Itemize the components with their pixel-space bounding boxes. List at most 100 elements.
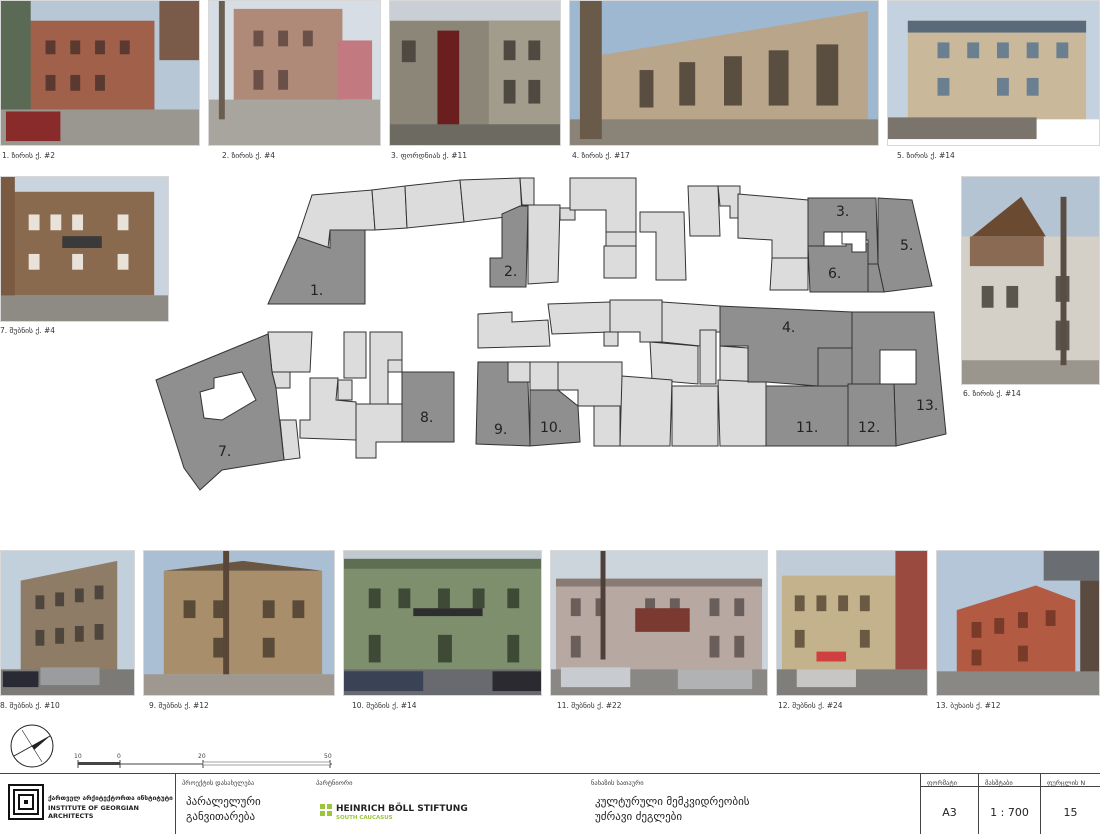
photo-caption-13: 13. ბუხაის ქ. #12 bbox=[936, 701, 1001, 710]
lot-plain bbox=[355, 403, 403, 459]
lot-plain bbox=[687, 185, 721, 237]
map-label-7: 7. bbox=[218, 444, 231, 460]
photo-5 bbox=[887, 0, 1100, 146]
photo-1 bbox=[0, 0, 200, 146]
sheet-label: ნახაზის სათაური bbox=[591, 779, 644, 787]
map-label-8: 8. bbox=[420, 410, 433, 426]
lot-plain bbox=[569, 177, 637, 233]
lot-highlight-10 bbox=[529, 389, 581, 447]
format-cell: ფორმატი A3 bbox=[920, 774, 978, 834]
lot-highlight-12 bbox=[847, 383, 897, 447]
lot-plain bbox=[547, 301, 611, 335]
lot-plain bbox=[371, 185, 408, 231]
partner-label: პარტნიორი bbox=[316, 779, 353, 787]
photo-10 bbox=[343, 550, 542, 696]
sheet-title-cell: ნახაზის სათაური კულტურული მემკვიდრეობის … bbox=[585, 774, 920, 834]
project-label: პროექტის დასახელება bbox=[182, 779, 255, 787]
institute-logo-icon bbox=[8, 784, 44, 820]
scale-tick-4: 50 bbox=[324, 753, 332, 760]
scale-bar: 10 0 20 50 bbox=[74, 753, 332, 768]
partner-cell: პარტნიორი HEINRICH BÖLL STIFTUNG SOUTH C… bbox=[310, 774, 585, 834]
lot-plain bbox=[649, 341, 699, 385]
photo-12 bbox=[776, 550, 928, 696]
lot-highlight-4b bbox=[817, 347, 853, 387]
scale-cell: მასშტაბი 1 : 700 bbox=[978, 774, 1040, 834]
logo-text-en: INSTITUTE OF GEORGIAN ARCHITECTS bbox=[48, 804, 139, 820]
photo-caption-8: 8. შუბნის ქ. #10 bbox=[0, 701, 60, 710]
map-label-12: 12. bbox=[858, 420, 880, 436]
lot-plain bbox=[717, 185, 741, 219]
sheet-value-1: კულტურული მემკვიდრეობის bbox=[595, 795, 750, 808]
lot-plain bbox=[603, 245, 637, 279]
sheet-value-2: უძრავი ძეგლები bbox=[595, 810, 683, 823]
lot-plain bbox=[719, 345, 749, 383]
map-label-3: 3. bbox=[836, 204, 849, 220]
map-label-13: 13. bbox=[916, 398, 938, 414]
photo-caption-12: 12. შუბნის ქ. #24 bbox=[778, 701, 843, 710]
scale-tick-3: 20 bbox=[198, 753, 206, 760]
lot-plain bbox=[343, 331, 367, 379]
photo-13 bbox=[936, 550, 1100, 696]
scale-tick-2: 0 bbox=[117, 753, 121, 760]
lot-plain bbox=[639, 211, 687, 281]
title-block-rule bbox=[920, 786, 1100, 787]
photo-caption-3: 3. ფორდნიას ქ. #11 bbox=[391, 151, 468, 160]
lot-plain bbox=[717, 379, 767, 447]
lot-plain bbox=[337, 379, 353, 401]
project-value-2: განვითარება bbox=[186, 810, 256, 823]
photo-3 bbox=[389, 0, 561, 146]
partner-name: HEINRICH BÖLL STIFTUNG bbox=[336, 804, 468, 814]
lot-highlight-8 bbox=[401, 371, 455, 443]
photo-2 bbox=[208, 0, 381, 146]
photo-caption-7: 7. შუბნის ქ. #4 bbox=[0, 326, 55, 335]
photo-6 bbox=[961, 176, 1100, 385]
partner-sub: SOUTH CAUCASUS bbox=[336, 815, 393, 821]
lot-plain bbox=[527, 204, 561, 285]
photo-caption-10: 10. შუბნის ქ. #14 bbox=[352, 701, 417, 710]
lot-plain bbox=[605, 231, 637, 247]
lot-highlight-11 bbox=[765, 385, 849, 447]
map-label-2: 2. bbox=[504, 264, 517, 280]
logo-text-ka: ქართველ არქიტექტორთა ინსტიტუტი bbox=[48, 794, 173, 802]
lot-plain bbox=[603, 331, 619, 347]
project-cell: პროექტის დასახელება პარალელური განვითარე… bbox=[175, 774, 310, 834]
photo-8 bbox=[0, 550, 135, 696]
page-value: 15 bbox=[1063, 806, 1078, 819]
lot-plain bbox=[593, 405, 621, 447]
lot-plain bbox=[507, 361, 531, 383]
lot-plain bbox=[387, 359, 403, 373]
lot-plain bbox=[267, 331, 313, 373]
photo-caption-1: 1. ზირის ქ. #2 bbox=[2, 151, 55, 160]
lot-plain bbox=[671, 385, 719, 447]
map-label-6: 6. bbox=[828, 266, 841, 282]
lot-plain bbox=[769, 257, 809, 291]
photo-11 bbox=[550, 550, 768, 696]
courtyard-13 bbox=[879, 349, 917, 385]
scale-tick-1: 10 bbox=[74, 753, 82, 760]
lot-plain bbox=[737, 193, 809, 259]
map-label-9: 9. bbox=[494, 422, 507, 438]
lot-plain bbox=[619, 375, 673, 447]
title-block: ქართველ არქიტექტორთა ინსტიტუტი INSTITUTE… bbox=[0, 773, 1100, 834]
site-plan-map: 1. 2. 3. 4. 5. 6. 7. 8. 9. 10. 11. 12. 1… bbox=[155, 177, 947, 491]
photo-caption-6: 6. ზირის ქ. #14 bbox=[963, 389, 1021, 398]
page-cell: ფურცლის N 15 bbox=[1040, 774, 1100, 834]
map-label-5: 5. bbox=[900, 238, 913, 254]
photo-9 bbox=[143, 550, 335, 696]
photo-4 bbox=[569, 0, 879, 146]
lot-plain bbox=[519, 177, 535, 206]
map-label-10: 10. bbox=[540, 420, 562, 436]
lot-plain bbox=[529, 361, 561, 391]
project-value-1: პარალელური bbox=[186, 795, 261, 808]
scale-value: 1 : 700 bbox=[990, 806, 1029, 819]
map-label-11: 11. bbox=[796, 420, 818, 436]
lot-plain bbox=[404, 179, 465, 229]
photo-caption-4: 4. ზირის ქ. #17 bbox=[572, 151, 630, 160]
photo-7 bbox=[0, 176, 169, 322]
photo-caption-5: 5. ზირის ქ. #14 bbox=[897, 151, 955, 160]
photo-caption-9: 9. შუბნის ქ. #12 bbox=[149, 701, 209, 710]
map-label-1: 1. bbox=[310, 283, 323, 299]
lot-plain bbox=[699, 329, 717, 385]
lot-plain bbox=[477, 311, 551, 349]
north-arrow-icon bbox=[10, 724, 54, 768]
